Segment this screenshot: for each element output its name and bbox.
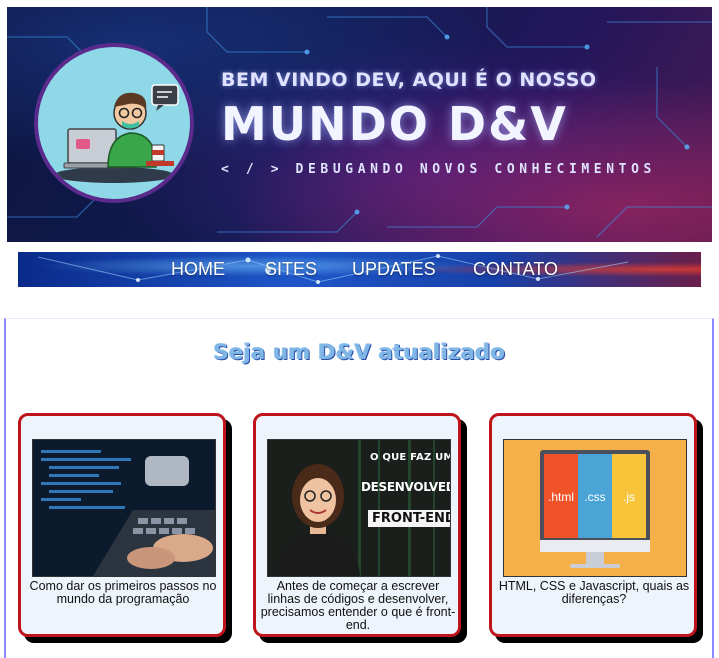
thumb-overlay-line-2: DESENVOLVEDORA — [361, 480, 450, 494]
developer-illustration-icon — [54, 84, 179, 183]
main-navigation: HOME SITES UPDATES CONTATO — [18, 252, 701, 287]
thumb-overlay-line-1: O QUE FAZ UMA — [370, 452, 450, 463]
card-thumbnail-image — [32, 439, 216, 577]
banner-title: MUNDO D&V — [221, 97, 568, 151]
hero-banner: BEM VINDO DEV, AQUI É O NOSSO MUNDO D&V … — [7, 7, 712, 242]
card-thumbnail-image: O QUE FAZ UMA DESENVOLVEDORA FRONT-END — [267, 439, 451, 577]
css-label: .css — [584, 490, 606, 504]
banner-welcome-text: BEM VINDO DEV, AQUI É O NOSSO — [221, 69, 597, 91]
nav-sites-link[interactable]: SITES — [265, 259, 317, 280]
card-caption: Antes de começar a escrever linhas de có… — [260, 579, 456, 632]
monitor-languages-image — [504, 440, 686, 576]
article-card-html-css-js[interactable]: .html .css .js HTML, CSS e Javascript, q… — [489, 413, 697, 637]
card-caption: Como dar os primeiros passos no mundo da… — [29, 579, 217, 606]
developer-avatar-logo — [34, 43, 194, 203]
article-card-front-end[interactable]: O QUE FAZ UMA DESENVOLVEDORA FRONT-END A… — [253, 413, 461, 637]
section-title: Seja um D&V atualizado — [213, 340, 506, 364]
article-card-programming[interactable]: Como dar os primeiros passos no mundo da… — [18, 413, 226, 637]
laptop-coding-image — [33, 440, 215, 576]
nav-home-link[interactable]: HOME — [171, 259, 225, 280]
nav-contato-link[interactable]: CONTATO — [473, 259, 558, 280]
banner-tagline: < / > DEBUGANDO NOVOS CONHECIMENTOS — [221, 162, 656, 177]
js-label: .js — [623, 490, 635, 504]
card-thumbnail-image: .html .css .js — [503, 439, 687, 577]
html-label: .html — [547, 490, 574, 504]
nav-updates-link[interactable]: UPDATES — [352, 259, 436, 280]
thumb-overlay-line-3: FRONT-END — [368, 510, 450, 527]
card-caption: HTML, CSS e Javascript, quais as diferen… — [498, 579, 690, 606]
